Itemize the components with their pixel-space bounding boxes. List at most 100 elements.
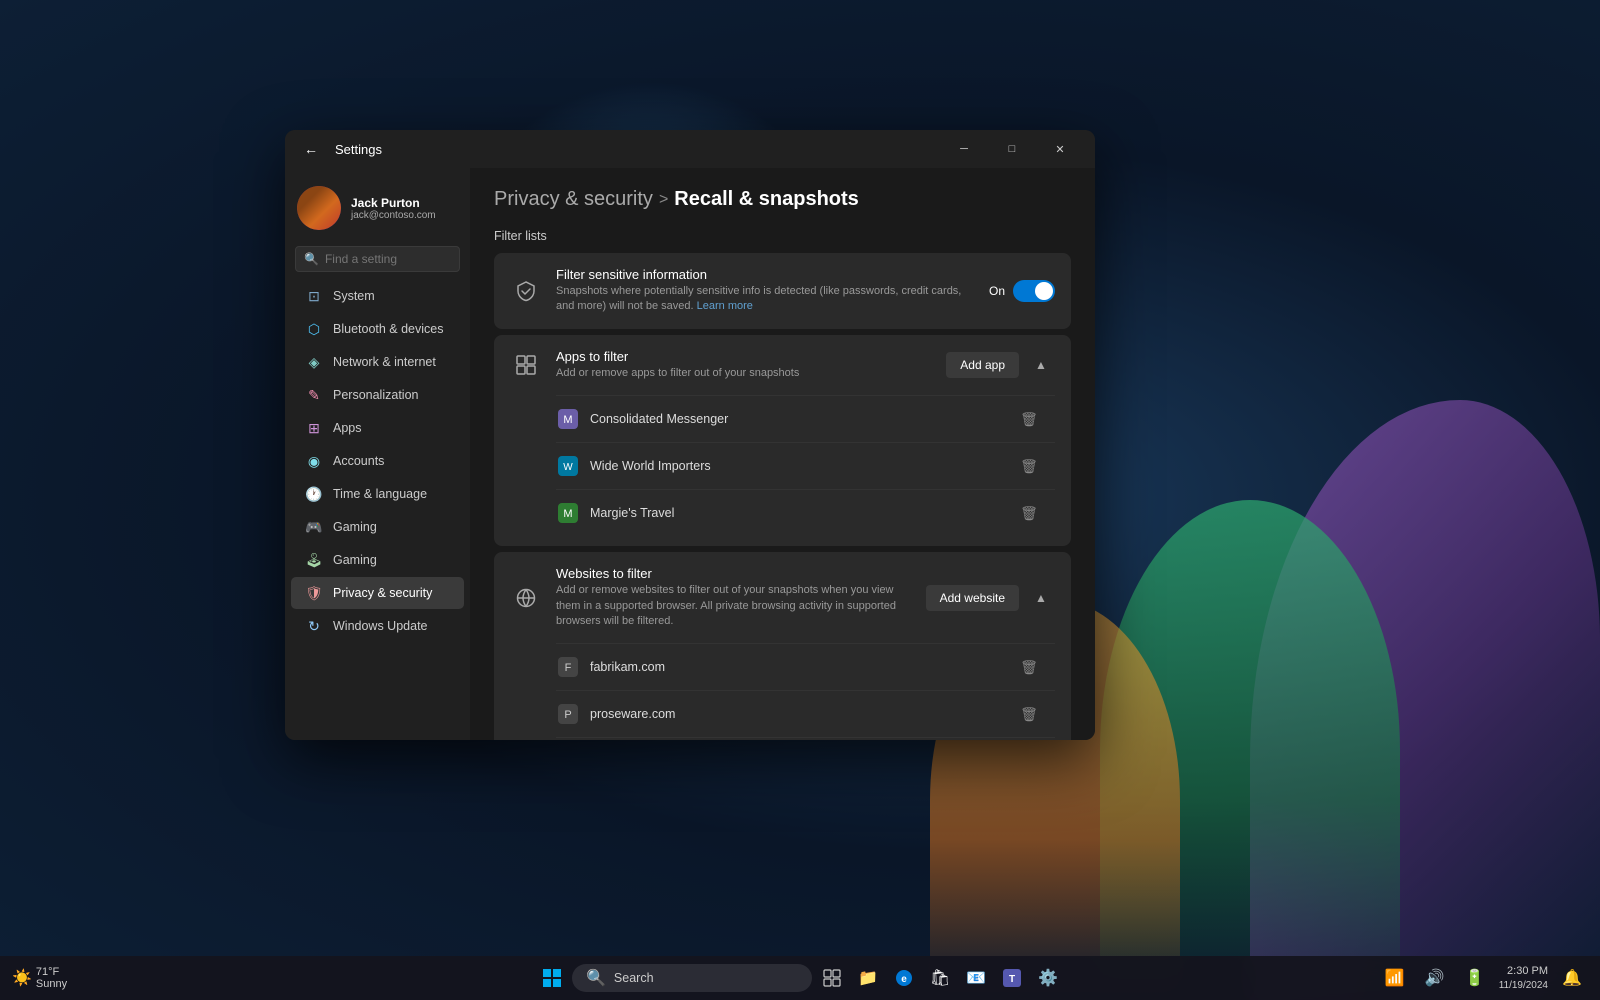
taskbar-center: 🔍 Search 📁 e 🛍 📧 T ⚙️ [536, 962, 1064, 994]
personalization-icon: ✎ [305, 386, 323, 404]
list-item: T treyresearch.net 🗑 [556, 737, 1055, 740]
sidebar-item-time[interactable]: 🕐 Time & language [291, 478, 464, 510]
teams-icon[interactable]: T [996, 962, 1028, 994]
taskbar-left: ☀️ 71°F Sunny [12, 966, 75, 990]
proseware-label: proseware.com [590, 707, 1005, 721]
back-button[interactable]: ← [297, 135, 325, 163]
apps-to-filter-action: Add app ▲ [946, 351, 1055, 379]
maximize-button[interactable]: □ [989, 134, 1035, 164]
volume-icon[interactable]: 🔊 [1419, 962, 1451, 994]
filter-sensitive-learn-more[interactable]: Learn more [697, 300, 753, 312]
sidebar-item-bluetooth[interactable]: ⬡ Bluetooth & devices [291, 313, 464, 345]
edge-icon[interactable]: e [888, 962, 920, 994]
websites-to-filter-desc: Add or remove websites to filter out of … [556, 583, 912, 629]
filter-sensitive-icon [510, 275, 542, 307]
sidebar-item-privacy[interactable]: 🛡 Privacy & security [291, 577, 464, 609]
margies-travel-label: Margie's Travel [590, 506, 1005, 520]
filter-sensitive-title: Filter sensitive information [556, 267, 975, 282]
add-website-button[interactable]: Add website [926, 585, 1019, 611]
sidebar-label-network: Network & internet [333, 355, 436, 369]
user-info: Jack Purton jack@contoso.com [351, 196, 458, 221]
sidebar-item-apps[interactable]: ⊞ Apps [291, 412, 464, 444]
sidebar-item-gaming2[interactable]: 🕹 Gaming [291, 544, 464, 576]
apps-to-filter-expand[interactable]: ▲ [1027, 351, 1055, 379]
accounts-icon: ◉ [305, 452, 323, 470]
time-icon: 🕐 [305, 485, 323, 503]
privacy-icon: 🛡 [305, 584, 323, 602]
bluetooth-icon: ⬡ [305, 320, 323, 338]
filter-sensitive-text: Filter sensitive information Snapshots w… [556, 267, 975, 315]
sidebar-item-system[interactable]: ⊡ System [291, 280, 464, 312]
breadcrumb-parent[interactable]: Privacy & security [494, 188, 653, 211]
sidebar-label-bluetooth: Bluetooth & devices [333, 322, 444, 336]
breadcrumb-separator: > [659, 191, 668, 209]
sidebar-label-gaming: Gaming [333, 520, 377, 534]
delete-fabrikam-button[interactable]: 🗑 [1015, 653, 1043, 681]
sidebar-item-update[interactable]: ↻ Windows Update [291, 610, 464, 642]
sidebar-search-box[interactable]: 🔍 [295, 246, 460, 272]
settings-window: ← Settings ─ □ ✕ Jack Purton jack@contos… [285, 130, 1095, 740]
weather-widget[interactable]: ☀️ 71°F Sunny [12, 966, 67, 990]
close-button[interactable]: ✕ [1037, 134, 1083, 164]
apps-to-filter-text: Apps to filter Add or remove apps to fil… [556, 349, 932, 381]
start-button[interactable] [536, 962, 568, 994]
svg-text:F: F [565, 662, 572, 674]
svg-text:T: T [1009, 974, 1015, 985]
system-icon: ⊡ [305, 287, 323, 305]
delete-wide-world-button[interactable]: 🗑 [1015, 452, 1043, 480]
apps-icon: ⊞ [305, 419, 323, 437]
system-tray[interactable]: 2:30 PM 11/19/2024 [1499, 964, 1548, 991]
notification-button[interactable]: 🔔 [1556, 962, 1588, 994]
sidebar-label-time: Time & language [333, 487, 427, 501]
proseware-icon: P [556, 702, 580, 726]
sidebar-label-accounts: Accounts [333, 454, 384, 468]
delete-margies-travel-button[interactable]: 🗑 [1015, 499, 1043, 527]
window-controls: ─ □ ✕ [941, 134, 1083, 164]
filter-sensitive-action: On [989, 280, 1055, 302]
sidebar-search-input[interactable] [325, 252, 470, 266]
avatar-image [297, 186, 341, 230]
svg-text:e: e [901, 974, 907, 985]
battery-icon[interactable]: 🔋 [1459, 962, 1491, 994]
taskbar-search[interactable]: 🔍 Search [572, 964, 812, 992]
sidebar-item-accounts[interactable]: ◉ Accounts [291, 445, 464, 477]
sidebar-item-gaming[interactable]: 🎮 Gaming [291, 511, 464, 543]
window-title: Settings [335, 142, 382, 157]
sidebar-item-personalization[interactable]: ✎ Personalization [291, 379, 464, 411]
list-item: M Consolidated Messenger 🗑 [556, 395, 1055, 442]
sidebar-label-privacy: Privacy & security [333, 586, 432, 600]
websites-to-filter-header: Websites to filter Add or remove website… [494, 552, 1071, 643]
network-tray-icon[interactable]: 📶 [1379, 962, 1411, 994]
breadcrumb-current: Recall & snapshots [674, 188, 859, 211]
store-icon[interactable]: 🛍 [924, 962, 956, 994]
svg-text:M: M [563, 414, 572, 426]
filter-sensitive-toggle[interactable] [1013, 280, 1055, 302]
gaming-icon: 🎮 [305, 518, 323, 536]
websites-to-filter-expand[interactable]: ▲ [1027, 584, 1055, 612]
list-item: F fabrikam.com 🗑 [556, 643, 1055, 690]
delete-proseware-button[interactable]: 🗑 [1015, 700, 1043, 728]
apps-list: M Consolidated Messenger 🗑 W Wide World … [494, 395, 1071, 546]
filter-sensitive-header: Filter sensitive information Snapshots w… [494, 253, 1071, 329]
sidebar-label-apps: Apps [333, 421, 362, 435]
svg-text:M: M [563, 508, 572, 520]
sidebar-label-personalization: Personalization [333, 388, 418, 402]
websites-to-filter-title: Websites to filter [556, 566, 912, 581]
add-app-button[interactable]: Add app [946, 352, 1019, 378]
file-explorer-icon[interactable]: 📁 [852, 962, 884, 994]
task-view-button[interactable] [816, 962, 848, 994]
sidebar-label-system: System [333, 289, 375, 303]
wide-world-icon: W [556, 454, 580, 478]
window-body: Jack Purton jack@contoso.com 🔍 ⊡ System … [285, 168, 1095, 740]
update-icon: ↻ [305, 617, 323, 635]
mail-icon[interactable]: 📧 [960, 962, 992, 994]
network-icon: ◈ [305, 353, 323, 371]
websites-to-filter-action: Add website ▲ [926, 584, 1055, 612]
delete-consolidated-messenger-button[interactable]: 🗑 [1015, 405, 1043, 433]
user-email: jack@contoso.com [351, 210, 458, 221]
settings-icon[interactable]: ⚙️ [1032, 962, 1064, 994]
minimize-button[interactable]: ─ [941, 134, 987, 164]
websites-to-filter-card: Websites to filter Add or remove website… [494, 552, 1071, 740]
clock-date: 11/19/2024 [1499, 979, 1548, 992]
sidebar-item-network[interactable]: ◈ Network & internet [291, 346, 464, 378]
